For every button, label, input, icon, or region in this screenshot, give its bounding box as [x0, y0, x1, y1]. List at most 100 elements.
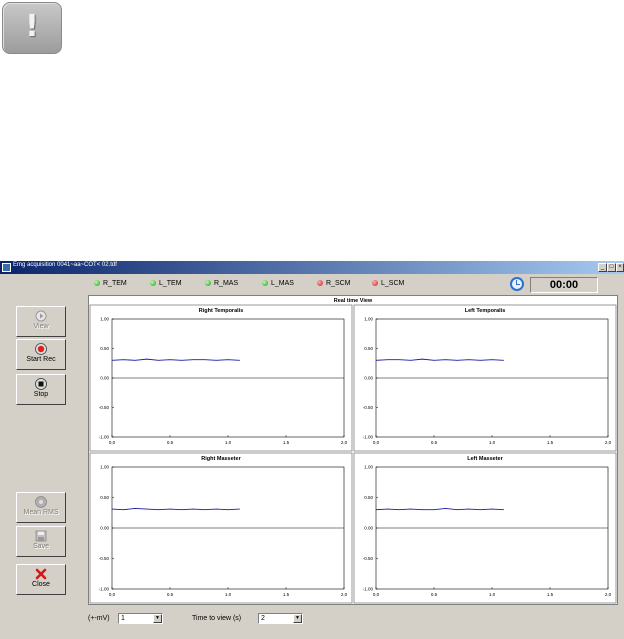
- chart-panel: Right Temporalis1.000.500.00-0.50-1.000.…: [89, 304, 353, 452]
- stop-button[interactable]: Stop: [16, 374, 66, 405]
- clock-icon: [510, 277, 524, 291]
- data-point: [398, 509, 400, 511]
- x-tick-label: 1.5: [283, 592, 290, 597]
- data-point: [169, 359, 171, 361]
- y-tick-label: 0.50: [100, 495, 109, 500]
- mean-rms-button[interactable]: Mean RMS: [16, 492, 66, 523]
- scale-label: (+-mV): [88, 615, 110, 622]
- time-to-view-select[interactable]: 2 ▼: [258, 613, 303, 624]
- data-point: [410, 508, 412, 510]
- data-point: [181, 359, 182, 361]
- data-point: [398, 359, 400, 361]
- x-tick-label: 0.0: [373, 592, 380, 597]
- data-point: [503, 509, 504, 511]
- floppy-disk-icon: [35, 530, 47, 542]
- data-point: [410, 359, 412, 361]
- data-point: [433, 509, 435, 511]
- scale-select[interactable]: 1 ▼: [118, 613, 163, 624]
- data-point: [134, 359, 136, 361]
- x-tick-label: 0.0: [373, 440, 380, 445]
- minimize-button[interactable]: _: [598, 263, 607, 272]
- data-point: [192, 508, 194, 510]
- data-point: [227, 359, 229, 361]
- data-point: [491, 508, 493, 510]
- data-point: [192, 359, 194, 361]
- y-tick-label: 0.50: [364, 495, 373, 500]
- data-point: [204, 509, 206, 511]
- y-tick-label: 1.00: [364, 317, 373, 322]
- record-icon: [35, 343, 47, 355]
- x-tick-label: 1.5: [547, 592, 554, 597]
- x-tick-label: 2.0: [341, 592, 348, 597]
- warning-icon: !: [2, 2, 62, 54]
- data-point: [158, 509, 159, 511]
- data-point: [387, 508, 388, 510]
- elapsed-timer: 00:00: [530, 277, 598, 293]
- data-point: [422, 358, 423, 360]
- data-point: [111, 508, 113, 510]
- x-tick-label: 0.5: [167, 440, 174, 445]
- data-point: [146, 508, 148, 510]
- view-button[interactable]: View: [16, 306, 66, 337]
- data-point: [239, 508, 240, 510]
- chart-title: Right Masseter: [201, 456, 241, 462]
- channel-l-scm: L_SCM: [372, 280, 404, 292]
- data-point: [387, 359, 388, 361]
- title-bar[interactable]: Emg acquisition 0041~aa~COT< 02.tdf _ □ …: [0, 261, 624, 274]
- play-icon: [35, 310, 47, 322]
- exclamation-glyph: !: [25, 9, 39, 44]
- x-tick-label: 0.0: [109, 592, 116, 597]
- status-led-icon: [317, 280, 323, 286]
- gear-icon: [35, 496, 47, 508]
- chart-title: Left Masseter: [467, 456, 503, 462]
- data-point: [216, 359, 217, 361]
- chart-panel: Left Masseter 1.00 0.50 0.00 -0.50 -1.000.0 0.…: [353, 452, 617, 604]
- data-point: [204, 359, 206, 361]
- chevron-down-icon[interactable]: ▼: [293, 614, 302, 623]
- y-tick-label: 1.00: [100, 317, 109, 322]
- x-tick-label: 0.5: [167, 592, 174, 597]
- start-rec-button[interactable]: Start Rec: [16, 339, 66, 370]
- time-to-view-label: Time to view (s): [192, 615, 242, 622]
- x-tick-label: 1.5: [283, 440, 290, 445]
- channel-r-mas: R_MAS: [205, 280, 238, 292]
- data-point: [123, 509, 124, 511]
- data-point: [456, 359, 458, 361]
- y-tick-label: -1.00: [363, 435, 374, 440]
- status-led-icon: [262, 280, 268, 286]
- y-tick-label: 1.00: [100, 465, 109, 470]
- x-tick-label: 2.0: [605, 592, 612, 597]
- status-led-icon: [150, 280, 156, 286]
- status-led-icon: [205, 280, 211, 286]
- x-tick-label: 2.0: [605, 440, 612, 445]
- data-point: [456, 509, 458, 511]
- data-point: [169, 508, 171, 510]
- data-point: [503, 359, 504, 361]
- chart-panel: Left Temporalis 1.00 0.50 0.00 -0.50 -1.000.0…: [353, 304, 617, 452]
- maximize-button[interactable]: □: [607, 263, 616, 272]
- data-point: [480, 359, 481, 361]
- save-button[interactable]: Save: [16, 526, 66, 557]
- y-tick-label: -0.50: [99, 405, 110, 410]
- channel-l-mas: L_MAS: [262, 280, 294, 292]
- y-tick-label: 0.50: [364, 346, 373, 351]
- close-window-button[interactable]: ×: [616, 263, 624, 272]
- stop-icon: [35, 378, 47, 390]
- red-x-icon: [35, 568, 47, 580]
- x-tick-label: 1.0: [225, 440, 232, 445]
- data-point: [468, 508, 470, 510]
- x-tick-label: 0.5: [431, 592, 438, 597]
- data-point: [227, 509, 229, 511]
- data-point: [158, 359, 159, 361]
- data-point: [123, 359, 124, 361]
- data-point: [181, 509, 182, 511]
- data-point: [239, 359, 240, 361]
- y-tick-label: 1.00: [364, 465, 373, 470]
- close-button[interactable]: Close: [16, 564, 66, 595]
- channel-r-scm: R_SCM: [317, 280, 351, 292]
- y-tick-label: 0.00: [364, 376, 373, 381]
- panel-title: Real time View: [334, 298, 373, 304]
- x-tick-label: 0.0: [109, 440, 116, 445]
- window-title: Emg acquisition 0041~aa~COT< 02.tdf: [13, 262, 117, 268]
- chevron-down-icon[interactable]: ▼: [153, 614, 162, 623]
